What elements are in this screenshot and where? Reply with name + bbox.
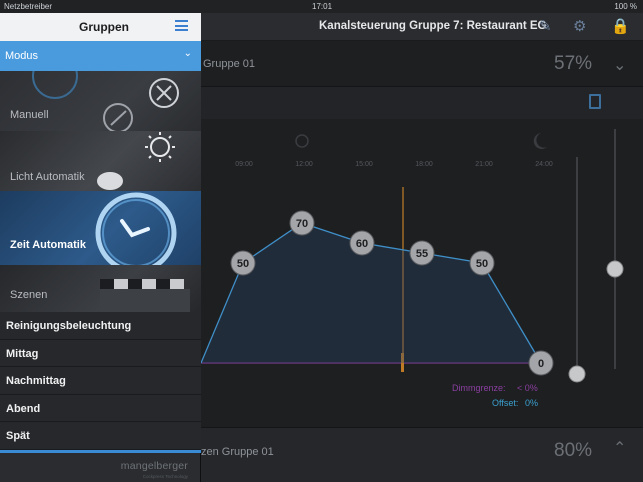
offset-label: Offset:: [492, 398, 518, 408]
brand-tagline: Cockpress Technology: [142, 474, 188, 479]
group-1-name: Gruppe 01: [203, 58, 255, 70]
edit-icon[interactable]: ✎: [539, 17, 552, 35]
group-2-percent: 80%: [554, 440, 593, 461]
schedule-point-label: 60: [356, 238, 368, 250]
mode-manuell-label: Manuell: [10, 109, 49, 121]
program-label: Nachmittag: [6, 375, 66, 388]
program-label: Spät: [6, 430, 30, 443]
moon-icon: [533, 133, 547, 149]
schedule-point-label: 50: [476, 258, 488, 270]
group-header-2[interactable]: zen Gruppe 01 80% ⌃: [201, 427, 643, 482]
program-label: Reinigungsbeleuchtung: [6, 320, 132, 332]
chart-toolbar: [201, 87, 643, 119]
list-item[interactable]: Nachmittag: [0, 367, 201, 395]
time-tick-label: 24:00: [535, 161, 553, 168]
list-item[interactable]: Spät: [0, 422, 201, 450]
manual-illustration-icon: [32, 71, 179, 131]
list-item[interactable]: Abend: [0, 394, 201, 423]
list-item[interactable]: Mittag: [0, 339, 201, 368]
time-tick-label: 15:00: [355, 161, 373, 168]
offset-slider-thumb[interactable]: [568, 365, 586, 383]
program-list: Reinigungsbeleuchtung Mittag Nachmittag …: [0, 312, 201, 450]
menu-icon[interactable]: [175, 20, 188, 31]
chevron-up-icon[interactable]: ⌃: [613, 438, 626, 458]
page-title: Kanalsteuerung Gruppe 7: Restaurant EG: [319, 20, 547, 32]
modus-dropdown[interactable]: Modus ⌄: [0, 41, 201, 71]
carrier-label: Netzbetreiber: [4, 2, 53, 11]
battery-label: 100 %: [614, 2, 637, 11]
schedule-point-label: 55: [416, 248, 428, 260]
time-tick-label: 18:00: [415, 161, 433, 168]
time-tick-label: 21:00: [475, 161, 493, 168]
schedule-chart-svg: 09:00 12:00 15:00 18:00 21:00 24:00 50 70 60 55 5…: [201, 129, 624, 408]
program-label: Mittag: [6, 347, 39, 360]
dimm-limit-label: Dimmgrenze:: [452, 383, 506, 393]
clock-illustration-icon: [95, 192, 177, 265]
offset-value: 0%: [525, 398, 538, 408]
group-2-name: zen Gruppe 01: [201, 446, 274, 458]
app-screen: Netzbetreiber 17:01 100 % Kanalsteuerung…: [0, 0, 643, 482]
group-header-1[interactable]: Gruppe 01 57% ⌄: [201, 41, 643, 87]
mode-licht-label: Licht Automatik: [10, 171, 85, 183]
time-tick-label: 12:00: [295, 161, 313, 168]
schedule-point-label: 0: [538, 358, 544, 370]
gear-icon[interactable]: ⚙: [573, 17, 586, 35]
dimm-limit-value: < 0%: [517, 383, 538, 393]
schedule-chart[interactable]: 09:00 12:00 15:00 18:00 21:00 24:00 50 70 60 55 5…: [201, 119, 643, 427]
time-tick-label: 09:00: [235, 161, 253, 168]
sun-icon: [295, 134, 309, 148]
dimm-slider-thumb[interactable]: [606, 260, 624, 278]
lock-icon[interactable]: 🔒: [611, 17, 630, 35]
sidebar-header: Gruppen: [0, 13, 201, 41]
main-nav-bar: Kanalsteuerung Gruppe 7: Restaurant EG ✎…: [201, 13, 643, 41]
groups-sidebar: Gruppen Modus ⌄ Manuell Licht Automatik …: [0, 13, 201, 482]
schedule-point-label: 50: [237, 258, 249, 270]
mode-manuell[interactable]: Manuell: [0, 71, 201, 131]
list-item[interactable]: Reinigungsbeleuchtung: [0, 312, 201, 340]
mode-zeit-automatik[interactable]: Zeit Automatik: [0, 191, 201, 265]
mode-szenen-label: Szenen: [10, 289, 48, 301]
program-label: Abend: [6, 402, 41, 415]
chevron-down-icon[interactable]: ⌄: [613, 55, 626, 75]
sidebar-title: Gruppen: [79, 20, 129, 34]
modus-label: Modus: [5, 50, 39, 62]
schedule-point-label: 70: [296, 218, 308, 230]
status-bar: Netzbetreiber 17:01 100 %: [0, 0, 643, 13]
clock: 17:01: [312, 2, 333, 11]
chevron-down-icon: ⌄: [183, 48, 192, 59]
mode-licht-automatik[interactable]: Licht Automatik: [0, 131, 201, 191]
group-1-percent: 57%: [554, 53, 593, 74]
brand-logo: mangelberger: [120, 460, 188, 472]
mode-zeit-label: Zeit Automatik: [10, 239, 86, 251]
list-scroll-indicator: [0, 450, 201, 453]
document-icon[interactable]: [589, 94, 601, 109]
